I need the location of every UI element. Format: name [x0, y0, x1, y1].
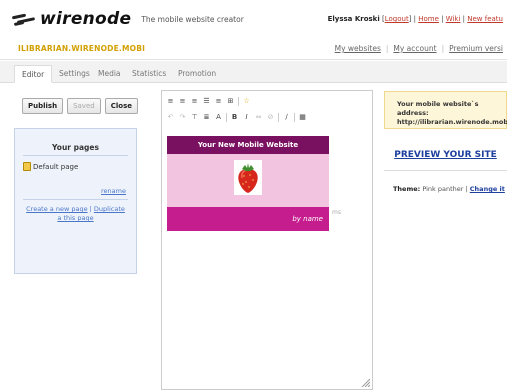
resize-grip-icon[interactable]: [360, 377, 370, 387]
account-links: My websites | My account | Premium versi: [334, 44, 503, 53]
change-theme-link[interactable]: Change it: [470, 185, 505, 193]
redo-icon[interactable]: ↷: [178, 113, 187, 122]
theme-name: Pink panther: [422, 185, 464, 193]
font-color-icon[interactable]: A: [214, 113, 223, 122]
grid-icon[interactable]: ▦: [298, 113, 307, 122]
divider: [384, 170, 507, 171]
edit-html-icon[interactable]: ∕: [282, 113, 291, 122]
user-name: Elyssa Kroski: [327, 15, 380, 23]
star-icon[interactable]: ☆: [242, 97, 251, 106]
tab-statistics[interactable]: Statistics: [125, 65, 173, 83]
align-left-icon[interactable]: ≡: [166, 97, 175, 106]
premium-version-link[interactable]: Premium versi: [449, 44, 503, 53]
divider: [23, 155, 128, 156]
paragraph-icon[interactable]: ≣: [202, 113, 211, 122]
page-name: Default page: [33, 162, 79, 171]
theme-line: Theme: Pink panther | Change it: [393, 185, 505, 193]
italic-icon[interactable]: I: [242, 113, 251, 122]
mobile-page-preview[interactable]: Your New Mobile Website by name: [167, 136, 329, 231]
wiki-link[interactable]: Wiki: [446, 15, 461, 23]
my-account-link[interactable]: My account: [393, 44, 436, 53]
page-icon: [23, 162, 31, 171]
strawberry-image[interactable]: [234, 160, 262, 195]
tab-promotion[interactable]: Promotion: [171, 65, 223, 83]
editor-button-row: Publish Saved Close: [22, 98, 150, 114]
page-list-item[interactable]: Default page: [23, 162, 78, 171]
align-right-icon[interactable]: ≡: [190, 97, 199, 106]
site-address-box: Your mobile website`s address: http://il…: [384, 91, 507, 129]
preview-footer[interactable]: by name: [167, 207, 329, 231]
toolbar-separator: [294, 113, 295, 122]
address-label: Your mobile website`s address:: [397, 100, 479, 117]
wirenode-logo[interactable]: wirenode The mobile website creator: [11, 9, 244, 29]
divider: [23, 199, 128, 200]
user-area: Elyssa Kroski [Logout] | Home | Wiki | N…: [327, 15, 503, 23]
publish-button[interactable]: Publish: [22, 98, 64, 114]
tab-media[interactable]: Media: [91, 65, 128, 83]
theme-label: Theme:: [393, 185, 421, 193]
create-page-link[interactable]: Create a new page: [26, 205, 87, 213]
bullet-list-icon[interactable]: ☰: [202, 97, 211, 106]
preview-site-link[interactable]: PREVIEW YOUR SITE: [384, 150, 507, 160]
new-features-link[interactable]: New featu: [467, 15, 503, 23]
unlink-icon[interactable]: ⊘: [266, 113, 275, 122]
editor-toolbar-row-1: ≡ ≡ ≡ ☰ ≡ ⊞ ☆: [166, 97, 251, 106]
logo-text: wirenode: [40, 9, 132, 29]
pages-title: Your pages: [52, 143, 99, 152]
undo-icon[interactable]: ↶: [166, 113, 175, 122]
preview-header[interactable]: Your New Mobile Website: [167, 136, 329, 154]
preview-body[interactable]: [167, 154, 329, 207]
bold-icon[interactable]: B: [230, 113, 239, 122]
rename-link[interactable]: rename: [101, 187, 126, 195]
home-link[interactable]: Home: [418, 15, 439, 23]
table-icon[interactable]: ⊞: [226, 97, 235, 106]
logout-link[interactable]: Logout: [385, 15, 409, 23]
site-url: ILIBRARIAN.WIRENODE.MOBI: [18, 44, 146, 53]
main-tabs: Editor Settings Media Statistics Promoti…: [0, 61, 507, 83]
logo-wings-icon: [11, 13, 38, 27]
page-actions: Create a new page | Duplicate a this pag…: [26, 205, 125, 222]
toolbar-separator: [278, 113, 279, 122]
page-editor[interactable]: ≡ ≡ ≡ ☰ ≡ ⊞ ☆ ↶ ↷ ⊤ ≣ A B I ⇔ ⊘ ∕ ▦ Your…: [161, 90, 373, 390]
editor-toolbar-row-2: ↶ ↷ ⊤ ≣ A B I ⇔ ⊘ ∕ ▦: [166, 113, 307, 122]
my-websites-link[interactable]: My websites: [335, 44, 381, 53]
close-button[interactable]: Close: [104, 98, 138, 114]
tab-editor[interactable]: Editor: [14, 65, 53, 83]
duplicate-page-link-cont[interactable]: a this page: [57, 214, 93, 222]
preview-side-text: ms: [332, 209, 341, 216]
site-bar: ILIBRARIAN.WIRENODE.MOBI My websites | My …: [0, 36, 507, 60]
align-center-icon[interactable]: ≡: [178, 97, 187, 106]
pages-panel: Your pages Default page rename Create a …: [14, 128, 137, 274]
numbered-list-icon[interactable]: ≡: [214, 97, 223, 106]
tagline: The mobile website creator: [141, 14, 244, 24]
address-url: http://ilibrarian.wirenode.mobi: [397, 118, 507, 126]
left-panel: Publish Saved Close Your pages Default p…: [14, 98, 150, 274]
text-style-icon[interactable]: ⊤: [190, 113, 199, 122]
toolbar-separator: [226, 113, 227, 122]
saved-button[interactable]: Saved: [67, 98, 101, 114]
duplicate-page-link[interactable]: Duplicate: [94, 205, 125, 213]
app-header: wirenode The mobile website creator Elys…: [0, 0, 507, 36]
toolbar-separator: [238, 97, 239, 106]
link-icon[interactable]: ⇔: [254, 113, 263, 122]
